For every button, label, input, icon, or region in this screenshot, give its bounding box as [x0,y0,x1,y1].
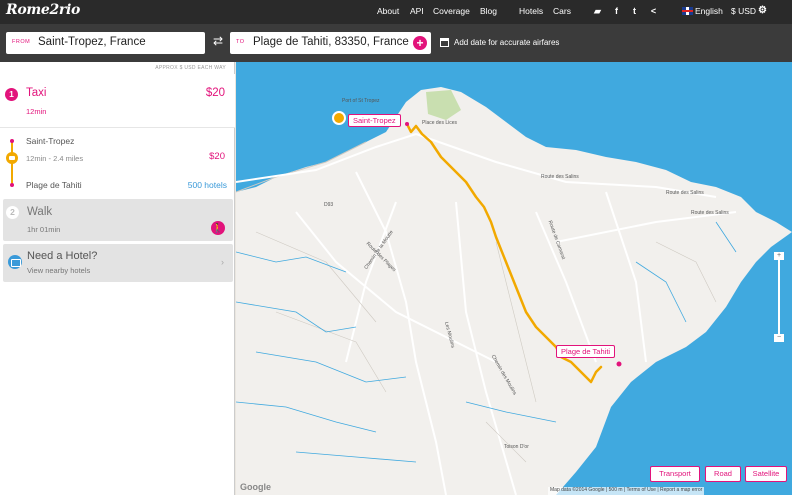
uk-flag-icon [682,7,693,15]
to-label: TO [236,39,245,45]
road-button[interactable]: Road [705,466,741,482]
detail-price: $20 [209,151,225,162]
segment-price: $20 [205,87,225,99]
map-footer: Map data ©2014 Google | 500 m | Terms of… [548,487,705,495]
logo[interactable]: Rome2rio [6,2,80,18]
transport-button[interactable]: Transport [650,466,700,482]
taxi-detail: Saint-Tropez 12min - 2.4 miles $20 Plage… [0,130,235,200]
taxi-pin-icon[interactable] [332,111,346,125]
map-label-salins-1: Route des Salins [541,174,579,180]
pin-label-start[interactable]: Saint-Tropez [348,114,401,127]
detail-info: 12min - 2.4 miles [26,154,84,163]
detail-to[interactable]: Plage de Tahiti [26,180,82,190]
route-sidebar: APPROX $ USD EACH WAY 1 Taxi 12min $20 S… [0,62,235,495]
map-label-port: Port of St Tropez [342,98,380,104]
route-line [11,142,13,186]
add-destination-icon[interactable]: + [413,36,427,50]
segment-taxi[interactable]: 1 Taxi 12min $20 [0,74,235,128]
nav-cars[interactable]: Cars [553,6,571,16]
hotel-sub: View nearby hotels [27,266,91,275]
language-selector[interactable]: English [695,6,723,16]
facebook-icon[interactable]: f [611,5,622,17]
nav-about[interactable]: About [377,6,399,16]
gear-icon[interactable]: ⚙ [757,5,768,17]
detail-from[interactable]: Saint-Tropez [26,136,74,146]
map-canvas [236,62,792,495]
map-label-salins-2: Route des Salins [666,190,704,196]
to-input[interactable]: Plage de Tahiti, 83350, France [253,36,409,48]
hotel-title: Need a Hotel? [27,250,98,262]
app-root: Rome2rio About API Coverage Blog Hotels … [0,0,792,495]
map-label-d93: D93 [324,202,334,208]
currency-selector[interactable]: $ USD [731,6,756,16]
segment-duration: 12min [26,107,47,116]
chevron-right-icon: › [221,257,224,267]
nav-api[interactable]: API [410,6,424,16]
walk-icon: 🚶 [211,221,225,235]
zoom-in-button[interactable]: + [774,252,784,260]
satellite-button[interactable]: Satellite [745,466,787,482]
nav-coverage[interactable]: Coverage [433,6,470,16]
map-label-place: Place des Lices [422,120,458,126]
map-label-salins-3: Route des Salins [691,210,729,216]
hotel-icon [8,255,22,269]
swap-icon[interactable]: ⇄ [211,34,225,48]
zoom-out-button[interactable]: − [774,334,784,342]
hotels-link[interactable]: 500 hotels [188,180,227,190]
from-input[interactable]: Saint-Tropez, France [38,36,146,48]
segment-number: 1 [5,88,18,101]
nav-blog[interactable]: Blog [480,6,497,16]
approx-note: APPROX $ USD EACH WAY [155,65,226,71]
segment-number: 2 [6,206,19,219]
zoom-slider[interactable] [778,260,780,335]
nav-hotels[interactable]: Hotels [519,6,543,16]
from-label: FROM [12,39,31,45]
to-field[interactable]: TO Plage de Tahiti, 83350, France + [230,32,431,54]
twitter-icon[interactable]: t [629,5,640,17]
segment-title: Walk [27,206,53,218]
segment-title: Taxi [26,87,47,99]
taxi-icon [6,152,18,164]
google-logo: Google [240,482,271,492]
segment-duration: 1hr 01min [27,225,61,234]
segment-walk[interactable]: 2 Walk 1hr 01min 🚶 [3,199,233,241]
end-dot [10,183,14,187]
chat-icon[interactable]: ▰ [592,5,603,17]
from-field[interactable]: FROM Saint-Tropez, France [6,32,205,54]
zoom-control[interactable]: + − [774,252,784,342]
share-icon[interactable]: < [648,5,659,17]
pin-label-end[interactable]: Plage de Tahiti [556,345,616,358]
calendar-icon[interactable] [440,38,449,47]
start-dot [10,139,14,143]
add-date-link[interactable]: Add date for accurate airfares [454,38,559,47]
search-bar: FROM Saint-Tropez, France TO Plage de Ta… [0,24,792,62]
top-bar: Rome2rio About API Coverage Blog Hotels … [0,0,792,24]
map-label-toison: Toison D'or [504,444,529,450]
hotel-panel[interactable]: Need a Hotel? View nearby hotels › [3,244,233,282]
map[interactable]: Port of St Tropez Place des Lices Route … [236,62,792,495]
